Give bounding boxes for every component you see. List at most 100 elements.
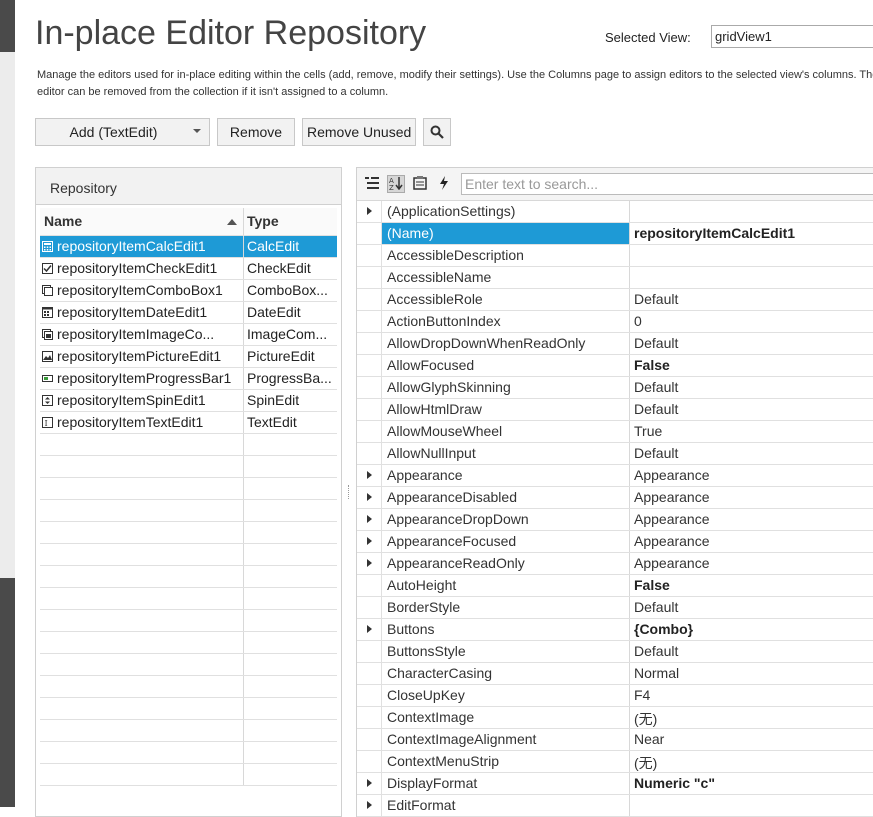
property-row[interactable]: ContextImageAlignment Near xyxy=(357,729,873,751)
property-row-gutter[interactable] xyxy=(357,773,381,794)
expand-arrow-icon[interactable] xyxy=(367,471,372,479)
chevron-down-icon[interactable] xyxy=(193,129,201,133)
property-value[interactable]: 0 xyxy=(630,311,873,332)
property-row[interactable]: BorderStyle Default xyxy=(357,597,873,619)
events-lightning-icon[interactable] xyxy=(435,175,453,193)
repository-type-cell: CalcEdit xyxy=(247,238,300,254)
property-row[interactable]: (ApplicationSettings) xyxy=(357,201,873,223)
property-row[interactable]: AllowFocused False xyxy=(357,355,873,377)
property-value[interactable]: Default xyxy=(630,289,873,310)
property-value[interactable]: True xyxy=(630,421,873,442)
property-row[interactable]: Buttons {Combo} xyxy=(357,619,873,641)
property-row-gutter[interactable] xyxy=(357,201,381,222)
property-value[interactable]: Default xyxy=(630,597,873,618)
column-header-name[interactable]: Name xyxy=(40,208,244,235)
property-value[interactable]: Default xyxy=(630,333,873,354)
property-row[interactable]: CharacterCasing Normal xyxy=(357,663,873,685)
property-row[interactable]: DisplayFormat Numeric "c" xyxy=(357,773,873,795)
property-row[interactable]: AllowDropDownWhenReadOnly Default xyxy=(357,333,873,355)
property-value[interactable]: Numeric "c" xyxy=(630,773,873,794)
alphabetical-sort-icon[interactable]: AZ xyxy=(387,175,405,193)
property-value[interactable]: Default xyxy=(630,443,873,464)
repository-row[interactable]: repositoryItemCalcEdit1 CalcEdit xyxy=(40,236,337,258)
add-editor-button[interactable]: Add (TextEdit) xyxy=(35,118,210,146)
property-row-gutter[interactable] xyxy=(357,795,381,816)
property-value[interactable] xyxy=(630,795,873,816)
repository-row[interactable]: repositoryItemImageCo... ImageCom... xyxy=(40,324,337,346)
property-value[interactable]: Normal xyxy=(630,663,873,684)
property-row-gutter[interactable] xyxy=(357,509,381,530)
repository-row[interactable]: repositoryItemDateEdit1 DateEdit xyxy=(40,302,337,324)
property-value[interactable]: {Combo} xyxy=(630,619,873,640)
property-value[interactable] xyxy=(630,245,873,266)
repository-row[interactable]: repositoryItemCheckEdit1 CheckEdit xyxy=(40,258,337,280)
property-row[interactable]: AppearanceDisabled Appearance xyxy=(357,487,873,509)
property-row[interactable]: ContextImage (无) xyxy=(357,707,873,729)
property-row[interactable]: AccessibleDescription xyxy=(357,245,873,267)
property-row-gutter[interactable] xyxy=(357,487,381,508)
repository-row[interactable]: IrepositoryItemTextEdit1 TextEdit xyxy=(40,412,337,434)
property-row[interactable]: (Name) repositoryItemCalcEdit1 xyxy=(357,223,873,245)
property-value[interactable]: F4 xyxy=(630,685,873,706)
property-pages-icon[interactable] xyxy=(411,175,429,193)
property-value[interactable] xyxy=(630,267,873,288)
property-row[interactable]: AppearanceFocused Appearance xyxy=(357,531,873,553)
property-value[interactable]: (无) xyxy=(630,751,873,772)
property-value[interactable]: Default xyxy=(630,641,873,662)
search-button[interactable] xyxy=(423,118,451,146)
remove-button[interactable]: Remove xyxy=(217,118,295,146)
property-row-gutter[interactable] xyxy=(357,553,381,574)
property-value[interactable] xyxy=(630,201,873,222)
property-row[interactable]: EditFormat xyxy=(357,795,873,817)
property-row-gutter[interactable] xyxy=(357,619,381,640)
property-value[interactable]: repositoryItemCalcEdit1 xyxy=(630,223,873,244)
repository-row[interactable]: repositoryItemProgressBar1 ProgressBa... xyxy=(40,368,337,390)
expand-arrow-icon[interactable] xyxy=(367,625,372,633)
property-value[interactable]: Appearance xyxy=(630,487,873,508)
repository-empty-row xyxy=(40,632,337,654)
property-row[interactable]: AllowNullInput Default xyxy=(357,443,873,465)
property-value[interactable]: False xyxy=(630,575,873,596)
property-row[interactable]: ActionButtonIndex 0 xyxy=(357,311,873,333)
expand-arrow-icon[interactable] xyxy=(367,559,372,567)
property-value[interactable]: Near xyxy=(630,729,873,750)
property-row[interactable]: AccessibleRole Default xyxy=(357,289,873,311)
repository-row[interactable]: repositoryItemComboBox1 ComboBox... xyxy=(40,280,337,302)
property-value[interactable]: Appearance xyxy=(630,553,873,574)
expand-arrow-icon[interactable] xyxy=(367,801,372,809)
repository-row[interactable]: repositoryItemPictureEdit1 PictureEdit xyxy=(40,346,337,368)
remove-unused-button[interactable]: Remove Unused xyxy=(302,118,416,146)
column-header-type[interactable]: Type xyxy=(244,208,337,235)
expand-arrow-icon[interactable] xyxy=(367,537,372,545)
property-row[interactable]: ContextMenuStrip (无) xyxy=(357,751,873,773)
categorized-view-icon[interactable] xyxy=(363,175,381,193)
property-value[interactable]: False xyxy=(630,355,873,376)
property-row[interactable]: ButtonsStyle Default xyxy=(357,641,873,663)
expand-arrow-icon[interactable] xyxy=(367,515,372,523)
property-row[interactable]: AllowGlyphSkinning Default xyxy=(357,377,873,399)
property-row[interactable]: AppearanceDropDown Appearance xyxy=(357,509,873,531)
property-row[interactable]: Appearance Appearance xyxy=(357,465,873,487)
property-value[interactable]: Default xyxy=(630,377,873,398)
property-row[interactable]: AllowMouseWheel True xyxy=(357,421,873,443)
expand-arrow-icon[interactable] xyxy=(367,779,372,787)
splitter-handle[interactable] xyxy=(348,485,351,499)
property-row[interactable]: CloseUpKey F4 xyxy=(357,685,873,707)
selected-view-dropdown[interactable]: gridView1 xyxy=(711,25,873,48)
property-row[interactable]: AccessibleName xyxy=(357,267,873,289)
repository-row[interactable]: repositoryItemSpinEdit1 SpinEdit xyxy=(40,390,337,412)
property-row[interactable]: AppearanceReadOnly Appearance xyxy=(357,553,873,575)
property-row-gutter[interactable] xyxy=(357,465,381,486)
property-row[interactable]: AutoHeight False xyxy=(357,575,873,597)
property-value[interactable]: Appearance xyxy=(630,509,873,530)
property-row-gutter[interactable] xyxy=(357,531,381,552)
expand-arrow-icon[interactable] xyxy=(367,207,372,215)
property-value[interactable]: (无) xyxy=(630,707,873,728)
expand-arrow-icon[interactable] xyxy=(367,493,372,501)
property-row[interactable]: AllowHtmlDraw Default xyxy=(357,399,873,421)
property-value[interactable]: Default xyxy=(630,399,873,420)
selected-view-label: Selected View: xyxy=(605,30,691,45)
property-search-input[interactable]: Enter text to search... xyxy=(461,173,873,195)
property-value[interactable]: Appearance xyxy=(630,465,873,486)
property-value[interactable]: Appearance xyxy=(630,531,873,552)
